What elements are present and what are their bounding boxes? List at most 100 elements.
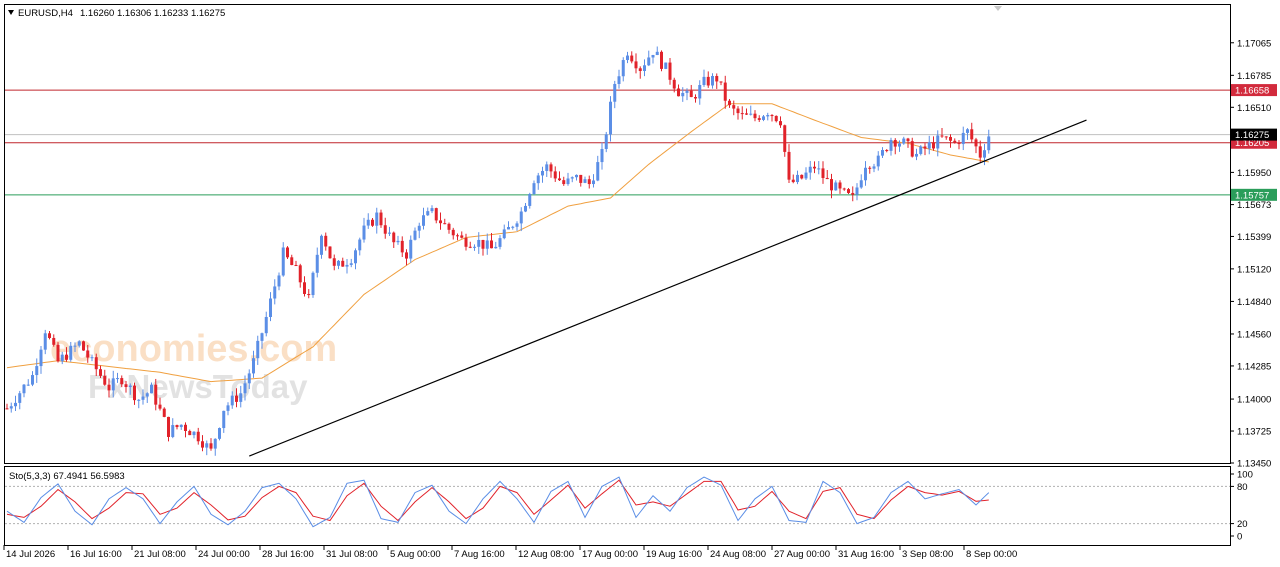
bull-candle-body bbox=[876, 155, 880, 167]
bull-candle-body bbox=[150, 384, 153, 394]
time-axis-label: 17 Aug 00:00 bbox=[582, 549, 638, 560]
current-price-label: 1.16275 bbox=[1235, 130, 1269, 141]
time-axis-label: 27 Aug 00:00 bbox=[774, 549, 830, 560]
bear-candle-body bbox=[324, 235, 328, 247]
bull-candle-body bbox=[494, 246, 498, 249]
bull-candle-body bbox=[260, 333, 264, 341]
bull-candle-body bbox=[252, 358, 255, 374]
bear-candle-body bbox=[847, 189, 850, 193]
bull-candle-body bbox=[375, 212, 379, 226]
bear-candle-body bbox=[124, 384, 128, 388]
bull-candle-body bbox=[647, 57, 651, 66]
watermark-economies: economies.com bbox=[50, 328, 337, 370]
time-axis-label: 24 Aug 08:00 bbox=[710, 549, 766, 560]
bear-candle-body bbox=[728, 100, 731, 106]
bull-candle-body bbox=[519, 211, 523, 224]
bull-candle-body bbox=[9, 406, 13, 409]
bull-candle-body bbox=[961, 132, 965, 145]
bull-candle-body bbox=[532, 183, 536, 194]
bull-candle-body bbox=[808, 166, 812, 173]
bear-candle-body bbox=[672, 79, 676, 89]
bull-candle-body bbox=[575, 174, 578, 178]
bull-candle-body bbox=[515, 223, 519, 227]
bear-candle-body bbox=[800, 174, 804, 179]
time-axis-label: 3 Sep 08:00 bbox=[902, 549, 953, 560]
bull-candle-body bbox=[73, 345, 77, 347]
bull-candle-body bbox=[859, 180, 863, 188]
bull-candle-body bbox=[18, 393, 22, 403]
bull-candle-body bbox=[502, 229, 506, 239]
triangle-down-icon[interactable] bbox=[8, 10, 14, 15]
bull-candle-body bbox=[915, 153, 918, 157]
bear-candle-body bbox=[464, 237, 468, 247]
bear-candle-body bbox=[740, 113, 744, 115]
time-axis-label: 8 Sep 00:00 bbox=[966, 549, 1017, 560]
bear-candle-body bbox=[677, 88, 680, 97]
bear-candle-body bbox=[94, 357, 98, 370]
bull-candle-body bbox=[473, 246, 476, 248]
bear-candle-body bbox=[120, 378, 124, 385]
bear-candle-body bbox=[630, 55, 634, 62]
bear-candle-body bbox=[974, 139, 978, 147]
bear-candle-body bbox=[405, 252, 408, 259]
bear-candle-body bbox=[715, 75, 719, 82]
bear-candle-body bbox=[400, 240, 404, 253]
bull-candle-body bbox=[621, 60, 625, 77]
bear-candle-body bbox=[65, 354, 68, 360]
price-axis-label: 1.13725 bbox=[1237, 427, 1271, 438]
bear-candle-body bbox=[175, 425, 179, 428]
bull-candle-body bbox=[592, 180, 595, 185]
bull-candle-body bbox=[698, 85, 702, 99]
bull-candle-body bbox=[35, 366, 39, 376]
bull-candle-body bbox=[222, 410, 226, 429]
bear-candle-body bbox=[468, 246, 472, 248]
bear-candle-body bbox=[196, 431, 200, 442]
bull-candle-body bbox=[141, 396, 145, 400]
bear-candle-body bbox=[99, 369, 102, 376]
bull-candle-body bbox=[507, 227, 510, 230]
time-axis-label: 7 Aug 16:00 bbox=[454, 549, 505, 560]
bull-candle-body bbox=[273, 286, 277, 299]
bear-candle-body bbox=[923, 146, 927, 149]
mt4-chart-window[interactable]: EURUSD,H4 1.16260 1.16306 1.16233 1.1627… bbox=[0, 0, 1280, 567]
bear-candle-body bbox=[184, 424, 187, 431]
stochastic-main-line bbox=[6, 476, 990, 528]
bull-candle-body bbox=[218, 428, 221, 439]
bear-candle-body bbox=[328, 246, 332, 259]
bull-candle-body bbox=[872, 166, 876, 169]
bull-candle-body bbox=[655, 51, 659, 56]
chart-shift-marker-icon[interactable] bbox=[994, 6, 1002, 11]
bear-candle-body bbox=[774, 115, 778, 122]
price-axis-label: 1.13450 bbox=[1237, 459, 1271, 470]
bear-candle-body bbox=[303, 282, 306, 294]
bear-candle-body bbox=[456, 235, 459, 237]
time-axis-label: 31 Jul 08:00 bbox=[326, 549, 378, 560]
bear-candle-body bbox=[825, 177, 829, 180]
trendline[interactable] bbox=[249, 119, 1087, 457]
bear-candle-body bbox=[434, 208, 438, 221]
bear-candle-body bbox=[949, 136, 952, 141]
bear-candle-body bbox=[770, 115, 774, 117]
bear-candle-body bbox=[481, 239, 485, 249]
bear-candle-body bbox=[443, 223, 447, 225]
bull-candle-body bbox=[570, 177, 574, 179]
bear-candle-body bbox=[5, 408, 9, 410]
bull-candle-body bbox=[60, 354, 64, 362]
price-axis-label: 1.14285 bbox=[1237, 361, 1271, 372]
bull-candle-body bbox=[14, 402, 17, 407]
bear-candle-body bbox=[154, 384, 158, 405]
bull-candle-body bbox=[315, 254, 319, 273]
bull-candle-body bbox=[337, 260, 340, 266]
bull-candle-body bbox=[111, 378, 115, 391]
bear-candle-body bbox=[893, 139, 897, 147]
bull-candle-body bbox=[430, 208, 434, 212]
bull-candle-body bbox=[919, 146, 923, 154]
bear-candle-body bbox=[52, 337, 56, 345]
bear-candle-body bbox=[332, 258, 336, 266]
bear-candle-body bbox=[868, 167, 872, 169]
bear-candle-body bbox=[133, 385, 136, 401]
bear-candle-body bbox=[787, 151, 791, 180]
bull-candle-body bbox=[90, 357, 94, 359]
bull-candle-body bbox=[762, 116, 765, 120]
bear-candle-body bbox=[107, 384, 111, 391]
